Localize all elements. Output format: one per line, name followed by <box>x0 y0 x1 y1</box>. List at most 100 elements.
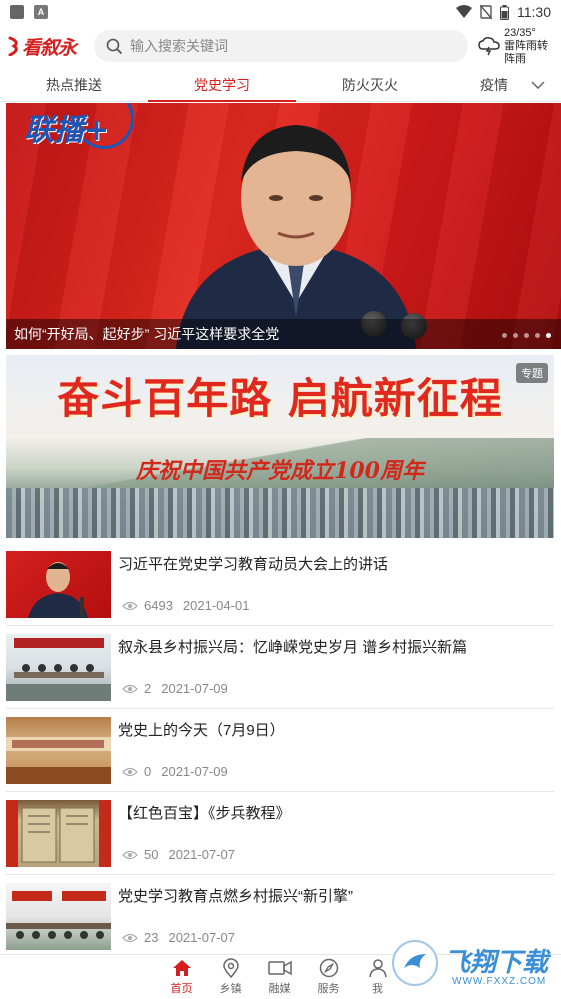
publish-date: 2021-07-09 <box>161 764 228 779</box>
watermark-url: WWW.FXXZ.COM <box>452 976 547 987</box>
user-icon <box>368 959 387 978</box>
tabs-expand-button[interactable] <box>514 68 561 101</box>
news-title: 叙永县乡村振兴局：忆峥嵘党史岁月 谱乡村振兴新篇 <box>118 639 468 656</box>
tab-fire-prevention[interactable]: 防火灭火 <box>296 68 444 101</box>
weather-widget[interactable]: 23/35° 雷阵雨转 阵雨 <box>478 27 548 66</box>
city-scenery <box>6 488 554 538</box>
no-sim-icon <box>480 5 492 19</box>
chevron-down-icon <box>530 80 545 89</box>
publish-date: 2021-04-01 <box>182 598 250 613</box>
lianbo-logo: 联播+ <box>24 113 110 148</box>
nav-media[interactable]: 融媒 <box>255 955 304 999</box>
search-placeholder: 输入搜索关键词 <box>130 38 228 54</box>
thunderstorm-cloud-icon <box>478 37 500 56</box>
carousel-dot[interactable] <box>502 333 507 338</box>
topic-title: 奋斗百年路 启航新征程 <box>57 374 503 423</box>
news-meta: 2 2021-07-09 <box>122 681 228 696</box>
watermark: 飞翔下载 WWW.FXXZ.COM <box>392 936 557 992</box>
topic-banner[interactable]: 奋斗百年路 启航新征程 庆祝中国共产党成立100周年 专题 <box>6 355 554 538</box>
eye-icon <box>122 601 138 610</box>
carousel-dot[interactable] <box>524 333 529 338</box>
tab-epidemic[interactable]: 疫情 <box>444 68 514 101</box>
news-meta: 6493 2021-04-01 <box>122 598 249 613</box>
banner-caption: 如何“开好局、起好步” 习近平这样要求全党 <box>6 319 561 349</box>
news-thumbnail <box>6 800 111 867</box>
watermark-text: 飞翔下载 <box>444 948 549 978</box>
nav-home[interactable]: 首页 <box>157 955 206 999</box>
eye-icon <box>122 933 138 942</box>
nav-label: 乡镇 <box>219 983 242 995</box>
tab-label: 党史学习 <box>194 76 250 93</box>
tab-label: 热点推送 <box>46 76 102 93</box>
tab-label: 防火灭火 <box>342 76 398 93</box>
nav-label: 融媒 <box>268 983 291 995</box>
eye-icon <box>122 767 138 776</box>
view-count: 50 <box>144 847 159 862</box>
nav-label: 服务 <box>317 983 340 995</box>
speaker-photo <box>176 125 416 349</box>
watermark-logo <box>392 940 438 986</box>
banner-caption-text: 如何“开好局、起好步” 习近平这样要求全党 <box>14 326 280 342</box>
app-a-icon: A <box>34 5 48 19</box>
news-thumbnail <box>6 634 111 701</box>
publish-date: 2021-07-09 <box>161 681 228 696</box>
view-count: 2 <box>144 681 152 696</box>
view-count: 0 <box>144 764 152 779</box>
tab-label: 疫情 <box>480 76 508 93</box>
nav-services[interactable]: 服务 <box>304 955 353 999</box>
status-bar: A 11:30 <box>0 0 561 24</box>
news-thumbnail <box>6 717 111 784</box>
view-count: 6493 <box>144 598 173 613</box>
news-title: 党史学习教育点燃乡村振兴“新引擎” <box>118 888 353 905</box>
news-list: 习近平在党史学习教育动员大会上的讲话 6493 2021-04-01 叙永县乡村… <box>6 543 554 958</box>
eye-icon <box>122 684 138 693</box>
home-icon <box>172 960 191 976</box>
banner-carousel[interactable]: 联播+ 如何“开好局、起好步” 习近平这样要求全党 <box>6 103 561 349</box>
carousel-dots <box>502 333 551 338</box>
topic-badge: 专题 <box>516 363 548 383</box>
watermark-bird-icon <box>404 954 426 968</box>
carousel-dot[interactable] <box>535 333 540 338</box>
news-title: 党史上的今天（7月9日） <box>118 722 285 739</box>
weather-condition-1: 雷阵雨转 <box>504 39 548 52</box>
news-item[interactable]: 党史上的今天（7月9日） 0 2021-07-09 <box>6 709 554 792</box>
eye-icon <box>122 850 138 859</box>
tab-hot-push[interactable]: 热点推送 <box>0 68 148 101</box>
publish-date: 2021-07-07 <box>168 847 235 862</box>
news-meta: 23 2021-07-07 <box>122 930 235 945</box>
view-count: 23 <box>144 930 159 945</box>
nav-label: 我 <box>372 983 383 995</box>
compass-icon <box>319 958 338 978</box>
search-input[interactable]: 输入搜索关键词 <box>94 30 468 62</box>
news-item[interactable]: 习近平在党史学习教育动员大会上的讲话 6493 2021-04-01 <box>6 543 554 626</box>
channel-tabs: 热点推送 党史学习 防火灭火 疫情 <box>0 68 561 102</box>
notification-square-icon <box>10 5 24 19</box>
app-header: 看叙永 输入搜索关键词 23/35° 雷阵雨转 阵雨 <box>0 24 561 68</box>
clock: 11:30 <box>517 4 551 20</box>
app-logo: 看叙永 <box>8 31 88 61</box>
video-icon <box>267 960 292 976</box>
wifi-icon <box>456 5 472 18</box>
news-item[interactable]: 【红色百宝】《步兵教程》 50 2021-07-07 <box>6 792 554 875</box>
news-title: 【红色百宝】《步兵教程》 <box>118 805 291 822</box>
topic-subtitle: 庆祝中国共产党成立100周年 <box>136 458 424 484</box>
news-item[interactable]: 叙永县乡村振兴局：忆峥嵘党史岁月 谱乡村振兴新篇 2 2021-07-09 <box>6 626 554 709</box>
weather-temp: 23/35° <box>504 26 536 39</box>
tab-party-history[interactable]: 党史学习 <box>148 68 296 102</box>
news-thumbnail <box>6 883 111 950</box>
news-meta: 50 2021-07-07 <box>122 847 235 862</box>
publish-date: 2021-07-07 <box>168 930 235 945</box>
battery-icon <box>500 4 509 20</box>
weather-condition-2: 阵雨 <box>504 52 526 65</box>
news-thumbnail <box>6 551 111 618</box>
location-icon <box>222 958 239 978</box>
news-title: 习近平在党史学习教育动员大会上的讲话 <box>118 556 389 573</box>
carousel-dot[interactable] <box>513 333 518 338</box>
news-meta: 0 2021-07-09 <box>122 764 228 779</box>
nav-label: 首页 <box>170 983 193 995</box>
carousel-dot-active[interactable] <box>546 333 551 338</box>
nav-towns[interactable]: 乡镇 <box>206 955 255 999</box>
logo-text: 看叙永 <box>22 36 77 59</box>
search-icon <box>106 38 122 54</box>
logo-mark-icon <box>8 36 18 56</box>
